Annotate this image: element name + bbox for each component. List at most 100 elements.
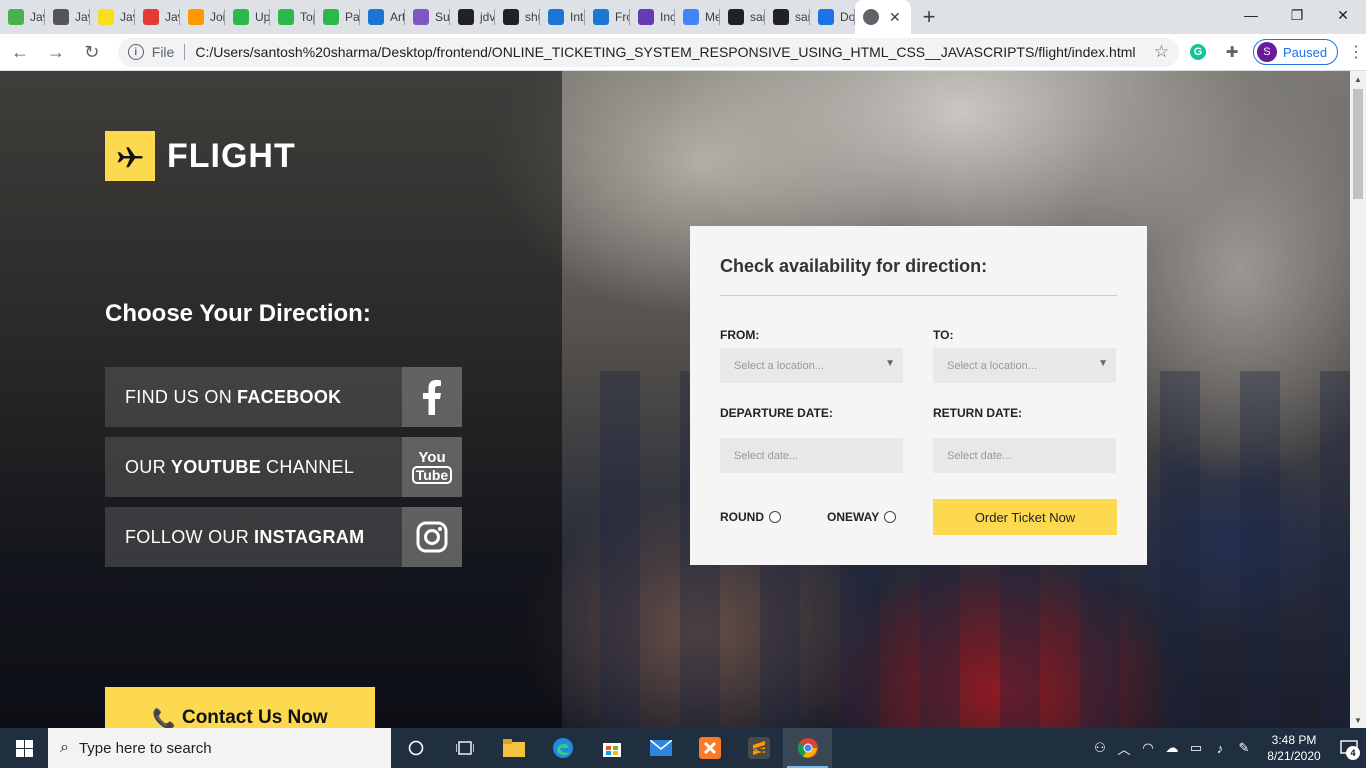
oneway-radio[interactable]	[884, 511, 897, 523]
reload-button[interactable]: ↻	[76, 36, 108, 68]
new-tab-button[interactable]: +	[911, 0, 947, 34]
browser-tab[interactable]: sar	[720, 0, 765, 34]
minimize-button[interactable]: —	[1228, 0, 1274, 30]
browser-tab[interactable]: jdv	[450, 0, 495, 34]
mail-icon[interactable]	[636, 728, 685, 768]
puzzle-icon: ✚	[1225, 44, 1239, 61]
browser-tab[interactable]: Top	[270, 0, 315, 34]
from-label: FROM:	[720, 328, 760, 342]
browser-tab[interactable]: Pat	[315, 0, 360, 34]
instagram-link[interactable]: FOLLOW OUR INSTAGRAM	[105, 507, 462, 567]
browser-tab-title: Inc	[660, 10, 675, 24]
page-scrollbar[interactable]: ▲ ▼	[1350, 71, 1366, 728]
scroll-down-icon[interactable]: ▼	[1350, 712, 1366, 728]
departure-date-input[interactable]: Select date...	[720, 438, 903, 473]
browser-tab[interactable]: Inte	[540, 0, 585, 34]
back-button[interactable]: ←	[4, 36, 36, 68]
windows-start-icon[interactable]	[0, 728, 48, 768]
facebook-link[interactable]: FIND US ON FACEBOOK	[105, 367, 462, 427]
microsoft-store-icon[interactable]	[587, 728, 636, 768]
cortana-icon[interactable]	[391, 728, 440, 768]
browser-tab-title: Do	[840, 10, 855, 24]
airplane-icon	[105, 131, 155, 181]
people-icon[interactable]: ⚇	[1088, 740, 1112, 756]
oneway-label: ONEWAY	[827, 510, 880, 524]
task-view-icon[interactable]	[440, 728, 489, 768]
globe-icon	[863, 9, 879, 25]
scrollbar-thumb[interactable]	[1353, 89, 1363, 199]
browser-tab-active[interactable]: ✕	[855, 0, 911, 34]
notification-badge: 4	[1346, 746, 1360, 760]
close-tab-icon[interactable]: ✕	[889, 9, 901, 26]
browser-tab[interactable]: Art	[360, 0, 405, 34]
browser-tab-title: sar	[750, 10, 765, 24]
scroll-up-icon[interactable]: ▲	[1350, 71, 1366, 87]
return-date-input[interactable]: Select date...	[933, 438, 1116, 473]
battery-icon[interactable]: ▭	[1184, 740, 1208, 756]
close-window-button[interactable]: ✕	[1320, 0, 1366, 30]
notification-center-icon[interactable]: 4	[1332, 728, 1366, 768]
url-text[interactable]: C:/Users/santosh%20sharma/Desktop/fronte…	[195, 44, 1154, 60]
browser-tab-title: Jav	[120, 10, 135, 24]
chevron-up-icon[interactable]: ︿	[1112, 739, 1136, 758]
file-explorer-icon[interactable]	[489, 728, 538, 768]
play-icon	[233, 9, 249, 25]
youtube-label: OUR YOUTUBE CHANNEL	[125, 456, 355, 477]
browser-tab[interactable]: Sup	[405, 0, 450, 34]
browser-tab-title: Sup	[435, 10, 450, 24]
browser-tab-title: Me	[705, 10, 720, 24]
js-icon	[98, 9, 114, 25]
browser-tab[interactable]: shu	[495, 0, 540, 34]
edge-icon[interactable]	[538, 728, 587, 768]
oneway-option[interactable]: ONEWAY	[827, 510, 897, 524]
volume-icon[interactable]: ♪	[1208, 741, 1232, 756]
forward-button[interactable]: →	[40, 36, 72, 68]
direction-heading: Choose Your Direction:	[105, 300, 371, 327]
taskbar-search[interactable]: ⌕ Type here to search	[48, 728, 391, 768]
browser-tab-title: jdv	[480, 10, 495, 24]
browser-tab-title: Top	[300, 10, 315, 24]
profile-button[interactable]: S Paused	[1252, 39, 1339, 65]
sublime-text-icon[interactable]	[734, 728, 783, 768]
from-select[interactable]: Select a location... ▼	[720, 348, 903, 383]
github-icon	[728, 9, 744, 25]
browser-tab[interactable]: Jav	[90, 0, 135, 34]
to-select[interactable]: Select a location... ▼	[933, 348, 1116, 383]
pen-icon[interactable]: ✎	[1232, 740, 1256, 756]
wifi-icon[interactable]: ◠	[1136, 740, 1160, 756]
contact-us-button[interactable]: 📞 Contact Us Now	[105, 687, 375, 728]
download-icon	[818, 9, 834, 25]
address-bar[interactable]: i File C:/Users/santosh%20sharma/Desktop…	[117, 37, 1180, 67]
maximize-button[interactable]: ❐	[1274, 0, 1320, 30]
bookmark-star-icon[interactable]: ☆	[1154, 42, 1169, 62]
round-radio[interactable]	[769, 511, 781, 523]
browser-tab[interactable]: Fro	[585, 0, 630, 34]
browser-tab[interactable]: Up	[225, 0, 270, 34]
browser-tab[interactable]: Jav	[0, 0, 45, 34]
browser-tab[interactable]: sar	[765, 0, 810, 34]
system-clock[interactable]: 3:48 PM 8/21/2020	[1256, 732, 1332, 764]
order-ticket-button[interactable]: Order Ticket Now	[933, 499, 1117, 535]
browser-tab[interactable]: Inc	[630, 0, 675, 34]
browser-tab[interactable]: Me	[675, 0, 720, 34]
site-logo[interactable]: FLIGHT	[105, 131, 296, 181]
extensions-button[interactable]: ✚	[1217, 37, 1247, 67]
menu-kebab-icon[interactable]: ⋮	[1346, 42, 1366, 62]
browser-tab[interactable]: Joir	[180, 0, 225, 34]
round-option[interactable]: ROUND	[720, 510, 781, 524]
browser-tab[interactable]: Do	[810, 0, 855, 34]
return-placeholder: Select date...	[947, 449, 1012, 462]
browser-toolbar: ← → ↻ i File C:/Users/santosh%20sharma/D…	[0, 34, 1366, 71]
browser-tab[interactable]: Jav	[45, 0, 90, 34]
youtube-link[interactable]: OUR YOUTUBE CHANNEL You Tube	[105, 437, 462, 497]
chrome-icon[interactable]	[783, 728, 832, 768]
onedrive-icon[interactable]: ☁	[1160, 740, 1184, 756]
info-icon[interactable]: i	[127, 44, 144, 60]
taskbar-search-placeholder: Type here to search	[78, 739, 212, 757]
xampp-icon[interactable]	[685, 728, 734, 768]
grammarly-extension[interactable]: G	[1183, 37, 1213, 67]
is-icon	[548, 9, 564, 25]
github-icon	[773, 9, 789, 25]
booking-card: Check availability for direction: FROM: …	[690, 226, 1147, 565]
browser-tab[interactable]: Jav	[135, 0, 180, 34]
